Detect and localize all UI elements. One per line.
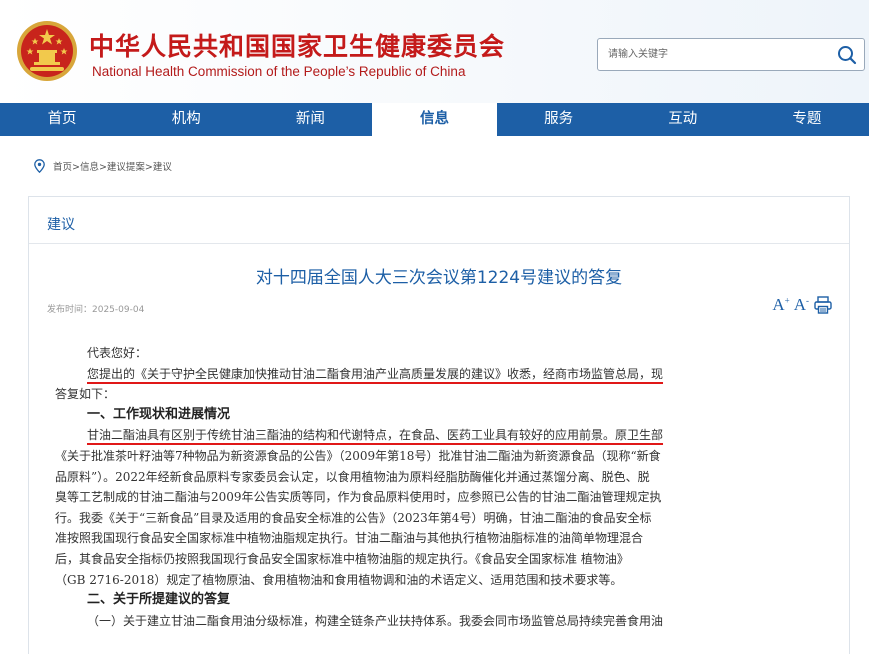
- main-nav: 首页 机构 新闻 信息 服务 互动 专题: [0, 103, 869, 136]
- body-line: 臭等工艺制成的甘油二酯油与2009年公告实质等同，作为食品原料使用时，应参照已公…: [55, 490, 662, 505]
- article-tools: A+ A-: [772, 295, 833, 315]
- article-body: 代表您好： 您提出的《关于守护全民健康加快推动甘油二酯食用油产业高质量发展的建议…: [55, 343, 839, 631]
- body-line: 甘油二酯油具有区别于传统甘油三酯油的结构和代谢特点，在食品、医药工业具有较好的应…: [87, 428, 664, 443]
- article-card: 建议 对十四届全国人大三次会议第1224号建议的答复 发布时间：2025-09-…: [28, 196, 850, 654]
- nav-item-information[interactable]: 信息: [372, 103, 497, 136]
- body-line: （GB 2716-2018）规定了植物原油、食用植物油和食用植物调和油的术语定义…: [55, 572, 623, 587]
- body-line: 品原料”）。2022年经新食品原料专家委员会认定，以食用植物油为原料经脂肪酶催化…: [55, 469, 650, 484]
- body-line: 后，其食品安全指标仍按照我国现行食品安全国家标准中植物油脂的规定执行。《食品安全…: [55, 551, 629, 566]
- site-header: 中华人民共和国国家卫生健康委员会 National Health Commiss…: [0, 0, 869, 103]
- publish-date: 发布时间：2025-09-04: [47, 305, 145, 315]
- nav-item-topics[interactable]: 专题: [745, 103, 869, 136]
- section-divider: [29, 243, 849, 244]
- section-heading: 二、关于所提建议的答复: [87, 592, 231, 608]
- article-title: 对十四届全国人大三次会议第1224号建议的答复: [255, 268, 623, 288]
- salutation: 代表您好：: [87, 346, 148, 360]
- location-pin-icon: [34, 159, 45, 173]
- body-line: 答复如下：: [55, 387, 116, 402]
- section-label[interactable]: 建议: [47, 214, 75, 234]
- breadcrumb: 首页>信息>建议提案>建议: [34, 158, 172, 174]
- body-line: （一）关于建立甘油二酯食用油分级标准，构建全链条产业扶持体系。我委会同市场监管总…: [87, 613, 664, 628]
- nav-item-home[interactable]: 首页: [0, 103, 124, 136]
- body-line: 《关于批准茶叶籽油等7种物品为新资源食品的公告》（2009年第18号）批准甘油二…: [55, 448, 661, 463]
- search-input[interactable]: [598, 39, 830, 70]
- font-shrink-button[interactable]: A-: [794, 295, 809, 315]
- search-icon[interactable]: [836, 44, 858, 66]
- nav-item-organization[interactable]: 机构: [124, 103, 248, 136]
- print-icon[interactable]: [813, 295, 833, 315]
- site-title-en[interactable]: National Health Commission of the People…: [92, 64, 465, 79]
- section-heading: 一、工作现状和进展情况: [87, 406, 231, 422]
- body-line: 准按照我国现行食品安全国家标准中植物油脂规定执行。甘油二酯油与其他执行植物油脂标…: [55, 531, 644, 546]
- body-line: 行。我委《关于“三新食品”目录及适用的食品安全标准的公告》（2023年第4号）明…: [55, 510, 652, 525]
- body-line: 您提出的《关于守护全民健康加快推动甘油二酯食用油产业高质量发展的建议》收悉，经商…: [87, 366, 664, 381]
- nav-item-news[interactable]: 新闻: [248, 103, 372, 136]
- font-enlarge-button[interactable]: A+: [772, 295, 789, 315]
- breadcrumb-path[interactable]: 首页>信息>建议提案>建议: [53, 159, 172, 173]
- nav-item-services[interactable]: 服务: [497, 103, 621, 136]
- nav-item-interaction[interactable]: 互动: [621, 103, 745, 136]
- national-emblem-icon[interactable]: [16, 20, 78, 82]
- search-box: [597, 38, 865, 71]
- site-title-cn[interactable]: 中华人民共和国国家卫生健康委员会: [89, 27, 505, 63]
